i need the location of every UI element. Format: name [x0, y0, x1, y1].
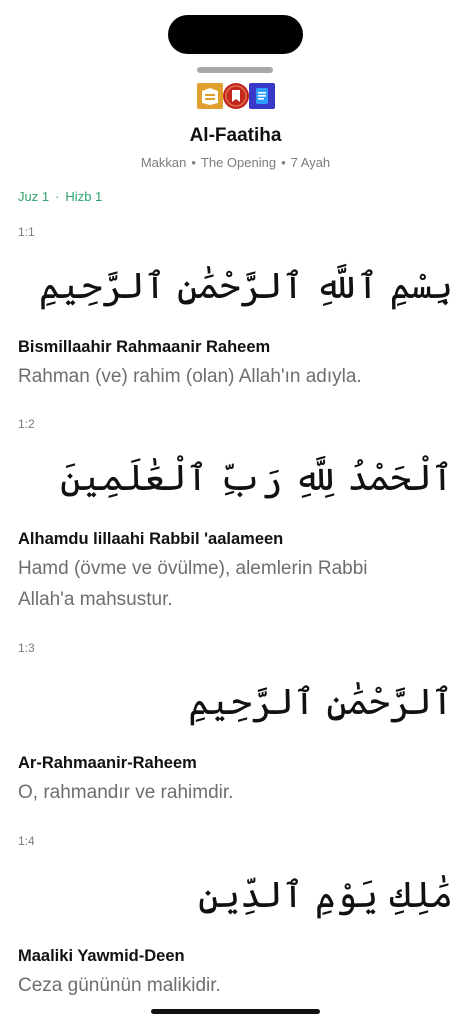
kaaba-book-icon[interactable]	[197, 83, 223, 109]
surah-screen: Al-Faatiha Makkan • The Opening • 7 Ayah Juz…	[0, 0, 471, 1024]
juz-separator: ·	[55, 189, 60, 204]
ayah-translation: Rahman (ve) rahim (olan) Allah'ın adıyla…	[18, 366, 362, 387]
ayah-translation: Ceza gününün malikidir.	[18, 975, 221, 996]
ayah-arabic: ٱلْحَمْدُ لِلَّهِ رَبِّ ٱلْعَٰلَمِينَ	[60, 458, 453, 499]
dynamic-island	[168, 15, 303, 54]
surah-meta: Makkan • The Opening • 7 Ayah	[0, 155, 471, 170]
ayah-item[interactable]: 1:1 بِسْمِ ٱللَّهِ ٱلرَّحْمَٰنِ ٱلرَّحِي…	[18, 225, 453, 392]
home-indicator[interactable]	[151, 1009, 320, 1014]
revelation-place: Makkan	[140, 155, 187, 170]
ayah-number: 1:4	[18, 834, 35, 848]
ayah-translation: Hamd (övme ve övülme), alemlerin Rabbi A…	[18, 558, 368, 610]
surah-title: Al-Faatiha	[189, 125, 282, 146]
ayah-translation: O, rahmandır ve rahimdir.	[18, 782, 234, 803]
meta-separator: •	[281, 155, 286, 170]
source-icons	[197, 83, 275, 109]
ayah-transliteration: Ar-Rahmaanir-Raheem	[18, 754, 197, 772]
juz-hizb-indicator[interactable]: Juz 1 · Hizb 1	[18, 189, 102, 204]
sheet-grabber[interactable]	[197, 67, 273, 73]
ayah-item[interactable]: 1:2 ٱلْحَمْدُ لِلَّهِ رَبِّ ٱلْعَٰلَمِين…	[18, 417, 453, 615]
document-icon[interactable]	[249, 83, 275, 109]
ayah-arabic: ٱلرَّحْمَٰنِ ٱلرَّحِيمِ	[188, 682, 453, 723]
ayah-number: 1:3	[18, 641, 35, 655]
ayah-item[interactable]: 1:4 مَٰلِكِ يَوْمِ ٱلدِّينِ Maaliki Yawm…	[18, 834, 453, 1001]
surah-meaning: The Opening	[200, 155, 277, 170]
juz-label: Juz 1	[18, 189, 50, 204]
ayah-number: 1:1	[18, 225, 35, 239]
ayah-number: 1:2	[18, 417, 35, 431]
ayah-item[interactable]: 1:3 ٱلرَّحْمَٰنِ ٱلرَّحِيمِ Ar-Rahmaanir…	[18, 641, 453, 808]
ayah-transliteration: Alhamdu lillaahi Rabbil 'aalameen	[18, 530, 284, 548]
ayah-transliteration: Bismillaahir Rahmaanir Raheem	[18, 338, 271, 356]
ayah-transliteration: Maaliki Yawmid-Deen	[18, 947, 185, 965]
red-book-icon[interactable]	[223, 83, 249, 109]
hizb-label: Hizb 1	[65, 189, 103, 204]
ayah-count: 7 Ayah	[290, 155, 331, 170]
ayah-arabic: مَٰلِكِ يَوْمِ ٱلدِّينِ	[198, 875, 453, 916]
meta-separator: •	[191, 155, 196, 170]
ayah-arabic: بِسْمِ ٱللَّهِ ٱلرَّحْمَٰنِ ٱلرَّحِيمِ	[38, 266, 453, 307]
